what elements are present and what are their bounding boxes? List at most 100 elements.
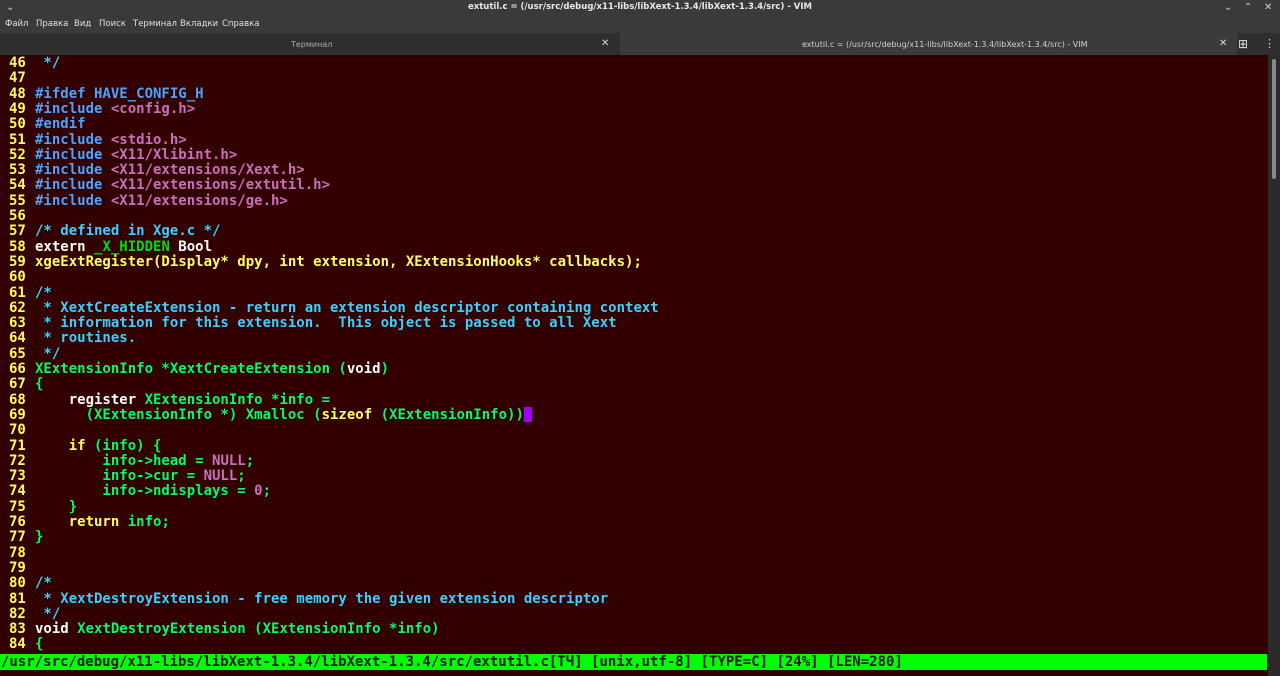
- code-token: * XextCreateExtension - return an extens…: [35, 299, 659, 316]
- code-token: (info) {: [85, 437, 162, 454]
- line-number: 70: [9, 422, 26, 439]
- code-token: 0: [254, 483, 263, 500]
- scrollbar[interactable]: [1268, 55, 1280, 676]
- code-token: NULL: [212, 452, 246, 469]
- code-token: <X11/extensions/ge.h>: [110, 192, 288, 209]
- line-number: 69: [9, 406, 26, 423]
- code-token: */: [35, 55, 61, 71]
- code-token: <config.h>: [110, 100, 196, 117]
- code-token: /* defined in Xge.c */: [35, 223, 221, 240]
- line-number: 50: [9, 116, 26, 133]
- menu-terminal[interactable]: Терминал: [133, 19, 177, 29]
- menu-view[interactable]: Вид: [74, 19, 91, 29]
- line-number: 78: [9, 544, 26, 561]
- close-icon[interactable]: ✕: [1219, 38, 1227, 49]
- menu-search[interactable]: Поиск: [99, 19, 126, 29]
- line-number: 66: [9, 361, 26, 377]
- line-number: 46: [9, 55, 26, 71]
- code-token: */: [35, 345, 61, 362]
- code-text: #ifdef HAVE_CONFIG_H: [35, 86, 204, 102]
- code-token: info->ndisplays =: [35, 483, 255, 500]
- close-icon[interactable]: ✕: [1264, 1, 1272, 15]
- code-text: * XextDestroyExtension - free memory the…: [35, 591, 608, 607]
- tab-label: Терминал: [291, 40, 333, 49]
- line-number: 60: [9, 269, 26, 286]
- menu-edit[interactable]: Правка: [36, 19, 68, 29]
- code-token: <X11/Xlibint.h>: [110, 146, 238, 163]
- code-token: _X_HIDDEN: [94, 238, 170, 255]
- line-number: 73: [9, 468, 26, 485]
- menu-help[interactable]: Справка: [222, 19, 259, 29]
- menu-file[interactable]: Файл: [5, 19, 28, 29]
- code-text: (XExtensionInfo *) Xmalloc (sizeof (XExt…: [35, 406, 532, 423]
- line-number: 51: [9, 131, 26, 148]
- code-token: #include: [35, 192, 111, 209]
- line-number: 83: [9, 621, 26, 638]
- line-number: 48: [9, 85, 26, 102]
- title-bar: ⌄ extutil.c = (/usr/src/debug/x11-libs/l…: [0, 0, 1280, 16]
- line-number: 81: [9, 590, 26, 607]
- code-token: ;: [237, 468, 246, 485]
- line-number: 68: [9, 391, 26, 408]
- tab-terminal[interactable]: Терминал ✕: [0, 33, 619, 55]
- code-token: ;: [262, 483, 272, 500]
- code-token: Bool: [169, 238, 213, 255]
- code-text: info->ndisplays = 0;: [35, 483, 271, 499]
- menu-tabs[interactable]: Вкладки: [180, 19, 218, 29]
- code-text: #include <X11/extensions/extutil.h>: [35, 177, 330, 193]
- code-token: #endif: [35, 116, 86, 133]
- code-token: <stdio.h>: [110, 131, 187, 148]
- minimize-icon[interactable]: ⌄: [1224, 1, 1232, 15]
- maximize-icon[interactable]: ⌃: [1244, 1, 1252, 15]
- new-tab-icon[interactable]: ⊞: [1238, 37, 1248, 51]
- code-text: void XextDestroyExtension (XExtensionInf…: [35, 621, 440, 637]
- line-number: 77: [9, 529, 26, 546]
- command-line: [0, 670, 1268, 676]
- code-text: register XExtensionInfo *info =: [35, 392, 330, 408]
- code-text: {: [35, 636, 43, 652]
- code-token: #include: [35, 146, 111, 163]
- line-number: 59: [9, 253, 26, 270]
- code-text: * XextCreateExtension - return an extens…: [35, 299, 659, 316]
- status-text: /usr/src/debug/x11-libs/libXext-1.3.4/li…: [1, 654, 903, 670]
- line-number: 75: [9, 498, 26, 515]
- code-text: if (info) {: [35, 437, 162, 454]
- line-number: 80: [9, 575, 26, 592]
- line-number: 53: [9, 162, 26, 179]
- code-token: ;: [245, 452, 255, 469]
- tab-vim[interactable]: extutil.c = (/usr/src/debug/x11-libs/lib…: [620, 33, 1237, 55]
- line-number: 74: [9, 483, 26, 500]
- scrollbar-thumb[interactable]: [1272, 59, 1276, 179]
- close-icon[interactable]: ✕: [601, 38, 609, 49]
- code-token: XextDestroyExtension (XExtensionInfo *in…: [77, 621, 440, 638]
- code-token: (XExtensionInfo)): [372, 406, 524, 423]
- vim-status-line: /usr/src/debug/x11-libs/libXext-1.3.4/li…: [0, 654, 1267, 670]
- code-text: }: [35, 499, 77, 515]
- code-token: }: [35, 498, 78, 515]
- code-token: /*: [35, 575, 52, 592]
- code-text: */: [35, 606, 60, 622]
- code-text: extern _X_HIDDEN Bool: [35, 239, 212, 255]
- code-token: #include: [35, 131, 111, 148]
- code-token: return: [35, 514, 120, 530]
- line-number: 63: [9, 315, 26, 332]
- code-token: }: [35, 529, 44, 546]
- code-text: return info;: [35, 514, 170, 530]
- vim-editor[interactable]: 46 */ 47 48 #ifdef HAVE_CONFIG_H 49 #include …: [0, 55, 1268, 654]
- code-text: * routines.: [35, 330, 136, 346]
- code-text: {: [35, 376, 43, 392]
- text-cursor: [523, 406, 532, 422]
- code-text: /*: [35, 285, 52, 301]
- code-token: sizeof: [321, 406, 373, 423]
- line-number: 65: [9, 345, 26, 362]
- code-token: register: [35, 391, 145, 408]
- code-token: #ifdef HAVE_CONFIG_H: [35, 85, 204, 102]
- code-text: #include <X11/extensions/ge.h>: [35, 193, 288, 209]
- menu-icon[interactable]: ⋮: [1264, 37, 1275, 50]
- code-text: #include <config.h>: [35, 101, 195, 117]
- code-text: #include <stdio.h>: [35, 132, 187, 148]
- code-token: extern: [35, 238, 95, 255]
- code-text: }: [35, 529, 43, 545]
- code-token: info->cur =: [35, 468, 204, 485]
- line-number: 64: [9, 330, 26, 347]
